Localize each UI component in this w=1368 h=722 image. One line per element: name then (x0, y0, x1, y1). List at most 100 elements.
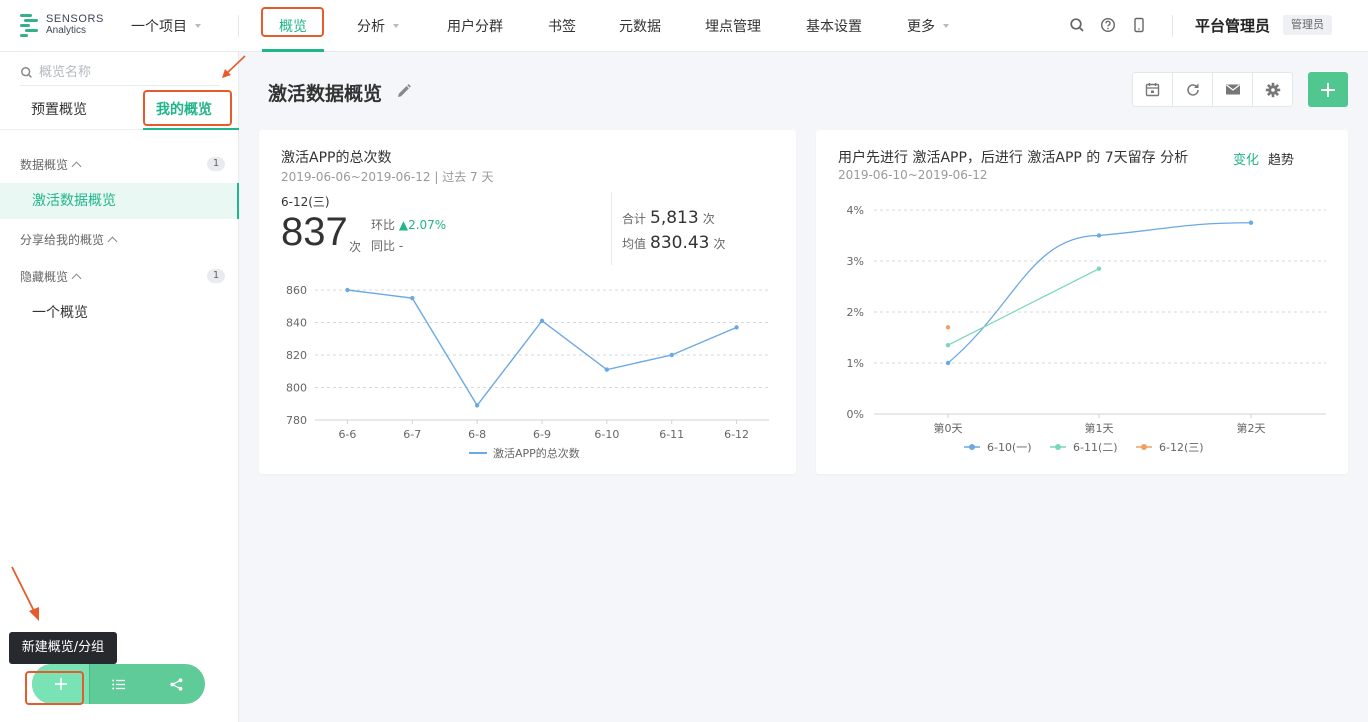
search-icon[interactable] (1069, 17, 1085, 33)
x-tick-label: 第0天 (934, 421, 963, 435)
x-tick-label: 6-11 (659, 428, 684, 441)
group-label: 隐藏概览 (20, 270, 69, 284)
nav-more-label: 更多 (907, 19, 935, 35)
avg-value: 830.43 (650, 233, 710, 253)
avg-label: 均值 (622, 237, 647, 251)
share-button[interactable] (147, 664, 205, 704)
data-point (734, 325, 739, 330)
yoy-ratio: 同比 - (371, 239, 404, 253)
data-point (1096, 233, 1102, 238)
user-name[interactable]: 平台管理员 (1195, 15, 1270, 36)
series-line (947, 268, 1100, 346)
list-button[interactable] (90, 664, 147, 704)
x-tick-label: 6-12 (724, 428, 749, 441)
logo-text-analytics: Analytics (46, 25, 87, 36)
search-icon (21, 67, 32, 78)
ring-ratio: 环比 ▲2.07% (371, 216, 446, 233)
group-shared-with-me[interactable]: 分享给我的概览 (20, 231, 118, 248)
group-hidden-overview[interactable]: 隐藏概览 (20, 268, 82, 285)
group-count-badge: 1 (207, 157, 225, 171)
overview-search-input[interactable] (39, 65, 209, 80)
y-tick-label: 1% (847, 357, 864, 370)
help-icon[interactable] (1100, 17, 1116, 33)
y-tick-label: 820 (286, 349, 307, 362)
nav-tracking-label: 埋点管理 (705, 19, 761, 35)
card-retention-analysis: 用户先进行 激活APP，后进行 激活APP 的 7天留存 分析 2019-06-… (816, 130, 1348, 474)
data-point (604, 367, 610, 372)
segment-trend[interactable]: 趋势 (1268, 149, 1294, 168)
ring-ratio-label: 环比 (371, 218, 396, 232)
nav-tracking[interactable]: 埋点管理 (705, 16, 761, 36)
activation-line-chart: 780 800 820 840 860 6-6 6-7 6-8 6-9 6-10 6-11 6-12 激… (286, 284, 769, 460)
y-tick-label: 840 (286, 317, 307, 330)
x-tick-label: 第1天 (1085, 421, 1114, 435)
total-unit: 次 (702, 212, 715, 226)
group-label: 分享给我的概览 (20, 233, 105, 247)
nav-basic-settings[interactable]: 基本设置 (806, 16, 862, 36)
highlight-box-tab (143, 90, 232, 126)
date-range-button[interactable] (1132, 72, 1173, 107)
data-point (1096, 266, 1102, 271)
total-value: 5,813 (650, 208, 699, 228)
ring-ratio-value: ▲2.07% (398, 218, 447, 232)
data-point (410, 295, 415, 301)
series-line (347, 289, 737, 407)
card-subtitle: 2019-06-10~2019-06-12 (838, 168, 988, 182)
y-tick-label: 0% (847, 408, 864, 421)
segment-change[interactable]: 变化 (1233, 149, 1259, 168)
data-point (539, 318, 545, 324)
nav-divider-right (1172, 15, 1173, 37)
nav-user-segments-label: 用户分群 (447, 19, 503, 35)
nav-metadata[interactable]: 元数据 (619, 16, 661, 36)
chevron-up-icon (107, 236, 118, 246)
group-count-badge: 1 (207, 269, 225, 283)
add-widget-button[interactable] (1308, 72, 1348, 107)
edit-icon[interactable] (396, 83, 412, 99)
role-badge: 管理员 (1283, 15, 1332, 35)
legend-label: 6-10(一) (987, 441, 1032, 454)
nav-metadata-label: 元数据 (619, 19, 661, 35)
highlight-box-new-button (25, 671, 84, 705)
retention-line-chart: 0% 1% 2% 3% 4% 第0天 第1天 第2天 6-10(一) 6-11(二) 6-12(三) (847, 204, 1326, 454)
page-title: 激活数据概览 (268, 83, 383, 105)
refresh-button[interactable] (1172, 72, 1213, 107)
avg-stat: 均值 830.43 次 (622, 233, 726, 253)
y-tick-label: 800 (286, 382, 307, 395)
plus-icon (1321, 82, 1335, 97)
y-tick-label: 780 (286, 414, 307, 427)
nav-bookmarks[interactable]: 书签 (548, 16, 576, 36)
settings-button[interactable] (1252, 72, 1293, 107)
x-tick-label: 6-8 (468, 428, 486, 441)
mobile-icon[interactable] (1131, 17, 1147, 33)
chevron-down-icon (195, 24, 201, 28)
chevron-up-icon (71, 161, 82, 171)
total-label: 合计 (622, 212, 647, 226)
group-data-overview[interactable]: 数据概览 (20, 156, 82, 173)
project-selector[interactable]: 一个项目 (131, 16, 201, 36)
chevron-down-icon (943, 24, 949, 28)
avg-unit: 次 (713, 237, 726, 251)
tab-preset-overview[interactable]: 预置概览 (31, 99, 87, 119)
nav-active-indicator (262, 49, 324, 52)
data-point (1248, 220, 1254, 225)
card-title[interactable]: 用户先进行 激活APP，后进行 激活APP 的 7天留存 分析 (838, 147, 1188, 167)
sidebar-item-activation-overview[interactable]: 激活数据概览 (0, 183, 239, 219)
y-tick-label: 860 (286, 284, 307, 297)
overview-toolbar (1132, 72, 1293, 107)
card-title[interactable]: 激活APP的总次数 (281, 147, 391, 167)
nav-analysis[interactable]: 分析 (357, 16, 399, 36)
metric-value: 837 (281, 210, 348, 254)
group-label: 数据概览 (20, 158, 69, 172)
x-tick-label: 6-10 (594, 428, 619, 441)
nav-user-segments[interactable]: 用户分群 (447, 16, 503, 36)
logo-icon (20, 14, 42, 38)
nav-more[interactable]: 更多 (907, 16, 949, 36)
gear-icon (1265, 82, 1280, 97)
email-button[interactable] (1212, 72, 1253, 107)
legend-marker (1141, 444, 1147, 450)
list-icon (112, 679, 125, 689)
nav-divider (238, 15, 239, 37)
sensors-logo[interactable]: SENSORS Analytics (20, 12, 110, 40)
nav-analysis-label: 分析 (357, 19, 385, 35)
sidebar-item-one-overview[interactable]: 一个概览 (0, 295, 239, 331)
